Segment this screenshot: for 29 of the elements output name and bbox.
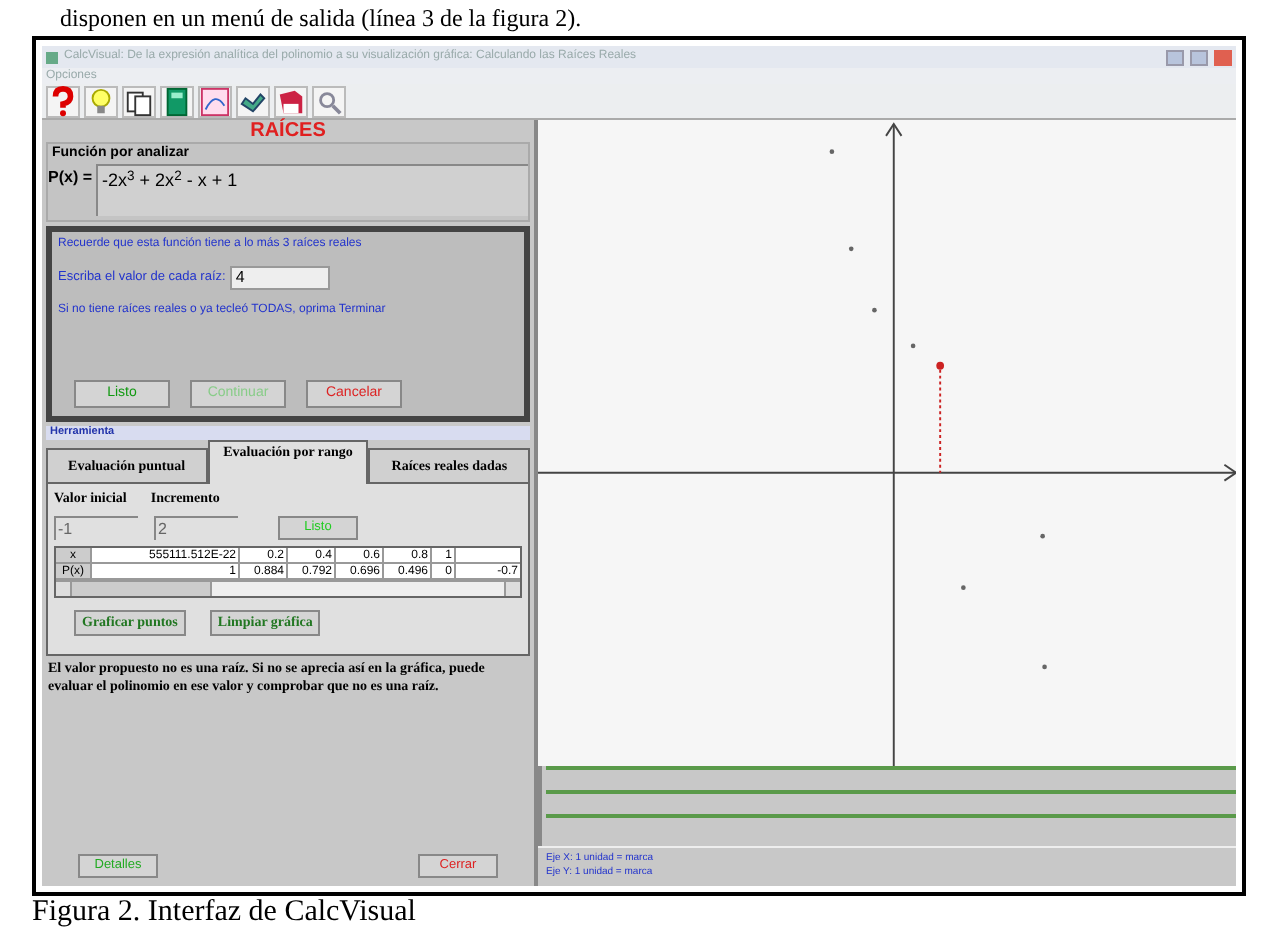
graph-icon (200, 85, 230, 117)
help-icon (48, 85, 78, 117)
plot-point (848, 246, 854, 252)
lightbulb-icon (86, 85, 116, 117)
plot-point (829, 149, 835, 155)
minimize-button[interactable] (1166, 49, 1184, 65)
plot-point (1042, 664, 1047, 670)
figure-caption: Figura 2. Interfaz de CalcVisual (30, 896, 418, 930)
expression-field: -2x$^{3}$ + 2x$^{2}$ - x + 1 (96, 164, 528, 216)
calculator-icon (162, 85, 192, 117)
toolbar-button[interactable] (160, 85, 194, 117)
panel-title: RAÍCES (248, 120, 328, 142)
plot-point (1040, 533, 1045, 539)
maximize-button[interactable] (1190, 49, 1208, 65)
book-icon (276, 85, 306, 117)
plot-point (961, 585, 966, 591)
step-input-field[interactable]: 2 (154, 515, 238, 539)
root-input-field[interactable]: 4 (229, 266, 330, 290)
plot-point (936, 361, 945, 370)
start-input-field[interactable]: -1 (54, 515, 138, 539)
toolbar-button[interactable] (274, 85, 308, 117)
plot-point (910, 343, 916, 349)
body-text: disponen en un menú de salida (línea 3 de la figura 2). (58, 2, 584, 36)
close-button[interactable] (1214, 49, 1232, 65)
function-name: P(x) = (48, 166, 93, 190)
plot-point (872, 307, 877, 313)
app-icon (46, 51, 58, 63)
toolbar-button[interactable] (122, 85, 156, 117)
guide-line (939, 368, 942, 474)
